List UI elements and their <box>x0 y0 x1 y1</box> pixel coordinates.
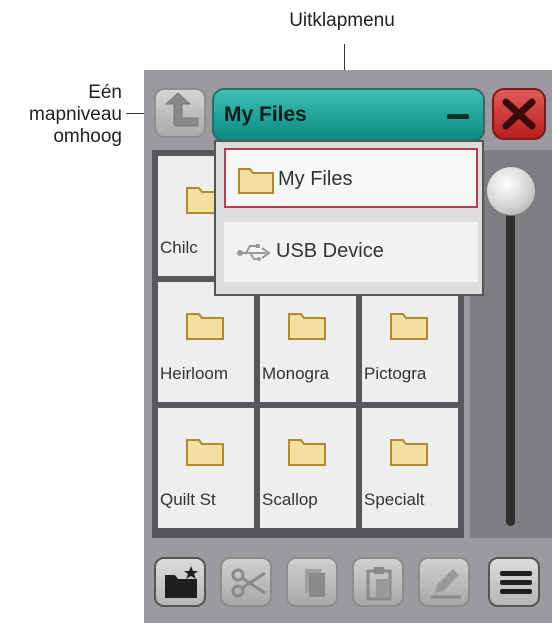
folder-tile[interactable]: Scallop <box>260 408 356 528</box>
folder-dropdown-menu: My Files USB Device <box>214 140 484 296</box>
title-label: My Files <box>224 103 307 126</box>
folder-label: Specialt <box>364 490 425 509</box>
folder-tile[interactable]: Pictogra <box>362 282 458 402</box>
up-one-level-button[interactable] <box>154 88 206 138</box>
copy-button[interactable] <box>286 557 338 607</box>
folder-tile[interactable]: Specialt <box>362 408 458 528</box>
folder-tile[interactable]: Heirloom <box>158 282 254 402</box>
close-icon <box>502 98 536 130</box>
dropdown-item-label: My Files <box>278 168 353 190</box>
menu-icon <box>500 571 532 594</box>
folder-label: Pictogra <box>364 364 427 383</box>
folder-label: Heirloom <box>160 364 229 383</box>
new-folder-button[interactable] <box>154 557 206 607</box>
folder-icon <box>390 439 428 466</box>
dropdown-item-usb-device[interactable]: USB Device <box>224 222 478 282</box>
folder-icon <box>186 313 224 340</box>
dropdown-item-label: USB Device <box>276 240 384 262</box>
paste-icon <box>366 567 392 601</box>
folder-label: Monogra <box>262 364 330 383</box>
folder-label: Scallop <box>262 490 318 509</box>
paste-button[interactable] <box>352 557 404 607</box>
collapse-icon <box>447 114 469 119</box>
scrollbar-track[interactable] <box>506 190 515 526</box>
cut-icon <box>231 568 266 598</box>
folder-icon <box>288 313 326 340</box>
copy-icon <box>305 569 325 597</box>
new-folder-icon <box>165 566 198 598</box>
folder-dropdown-button[interactable]: My Files <box>212 88 485 142</box>
cut-button[interactable] <box>220 557 272 607</box>
folder-icon <box>288 439 326 466</box>
scrollbar-knob[interactable] <box>486 166 536 216</box>
folder-tile[interactable]: Monogra <box>260 282 356 402</box>
folder-icon <box>186 439 224 466</box>
folder-icon <box>238 168 274 194</box>
folder-tile[interactable]: Quilt St <box>158 408 254 528</box>
dropdown-item-my-files[interactable]: My Files <box>224 148 478 208</box>
close-button[interactable] <box>492 88 546 140</box>
usb-icon <box>237 244 271 261</box>
dropdown-annotation: Uitklapmenu <box>289 10 395 31</box>
up-arrow-icon <box>164 92 199 127</box>
folder-label: Quilt St <box>160 490 216 509</box>
up-level-annotation: Eén mapniveau omhoog <box>29 82 122 147</box>
menu-button[interactable] <box>488 557 540 607</box>
folder-icon <box>390 313 428 340</box>
rename-icon <box>431 569 461 599</box>
rename-button[interactable] <box>418 557 470 607</box>
